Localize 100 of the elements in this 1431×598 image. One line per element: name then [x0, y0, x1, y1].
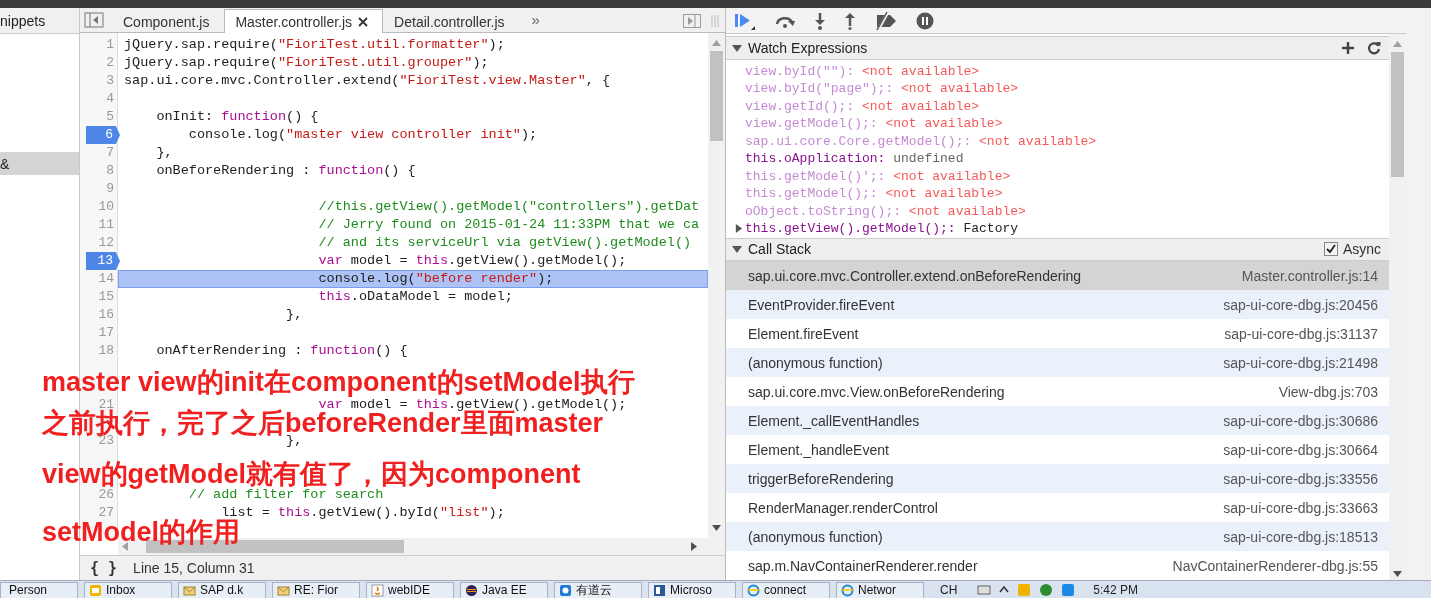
- file-location[interactable]: sap-ui-core-dbg.js:18513: [1223, 528, 1378, 545]
- pause-icon[interactable]: [916, 11, 934, 30]
- panel-title[interactable]: Watch Expressions: [748, 39, 868, 56]
- taskbar-button[interactable]: Java EE: [460, 581, 548, 598]
- code-line: var model = this.getView().getModel();: [317, 398, 628, 412]
- panel-title[interactable]: Call Stack: [748, 241, 812, 258]
- call-frame[interactable]: (anonymous function) sap-ui-core-dbg.js:21498: [726, 348, 1389, 377]
- function-name: RenderManager.renderControl: [748, 499, 938, 516]
- taskbar-button[interactable]: SAP d.k: [178, 581, 266, 598]
- taskbar-button[interactable]: Person: [0, 581, 78, 598]
- code-line: // add filter for search: [188, 488, 385, 502]
- scrollbar-thumb[interactable]: [1391, 52, 1404, 177]
- code-line: onAfterRendering : function() {: [155, 344, 409, 358]
- pretty-print-button[interactable]: { }: [90, 559, 118, 577]
- scroll-right-icon[interactable]: [691, 542, 697, 551]
- file-location[interactable]: sap-ui-core-dbg.js:31137: [1224, 325, 1378, 342]
- taskbar-button[interactable]: webIDE: [366, 581, 454, 598]
- call-frame[interactable]: sap.m.NavContainerRenderer.render NavContainerRenderer-dbg.js:55: [726, 551, 1389, 580]
- function-name: Element._callEventHandles: [748, 412, 920, 429]
- file-location[interactable]: sap-ui-core-dbg.js:30664: [1223, 441, 1378, 458]
- file-location[interactable]: NavContainerRenderer-dbg.js:55: [1172, 557, 1378, 574]
- panel-toggle-icon[interactable]: [683, 14, 701, 28]
- watch-expression[interactable]: this.oApplication: undefined: [745, 151, 964, 167]
- scroll-up-icon[interactable]: [712, 40, 721, 46]
- async-checkbox[interactable]: [1323, 242, 1338, 257]
- file-location[interactable]: Master.controller.js:14: [1241, 267, 1378, 284]
- scroll-left-icon[interactable]: [122, 542, 128, 551]
- code-line: jQuery.sap.require("FioriTest.util.grouper");: [123, 56, 490, 70]
- keyboard-icon[interactable]: [977, 584, 992, 596]
- function-name: (anonymous function): [748, 354, 883, 371]
- code-line: onInit: function() {: [155, 110, 320, 124]
- annotation-text: setModel的作用: [42, 521, 241, 543]
- call-frame[interactable]: Element._callEventHandles sap-ui-core-dbg.js:30686: [726, 406, 1389, 435]
- collapse-icon[interactable]: [732, 244, 742, 255]
- step-out-icon[interactable]: [844, 11, 856, 30]
- call-frame[interactable]: Element._handleEvent sap-ui-core-dbg.js:30664: [726, 435, 1389, 464]
- call-frame[interactable]: triggerBeforeRendering sap-ui-core-dbg.js:33556: [726, 464, 1389, 493]
- scroll-down-icon[interactable]: [1393, 571, 1402, 577]
- scroll-up-icon[interactable]: [1393, 41, 1402, 47]
- vertical-scrollbar[interactable]: [708, 33, 725, 538]
- sidebar-item[interactable]: &: [0, 152, 79, 175]
- code-line: },: [286, 434, 303, 448]
- browser-icon: [841, 583, 854, 597]
- code-line: console.log("master view controller init");: [187, 128, 539, 142]
- collapse-icon[interactable]: [732, 42, 742, 53]
- taskbar-button[interactable]: 有道云: [554, 581, 642, 598]
- call-frame[interactable]: RenderManager.renderControl sap-ui-core-dbg.js:33663: [726, 493, 1389, 522]
- scrollbar-thumb[interactable]: [710, 51, 723, 141]
- close-icon[interactable]: [358, 16, 369, 27]
- language-indicator[interactable]: CH: [940, 583, 958, 597]
- call-frame[interactable]: Element.fireEvent sap-ui-core-dbg.js:31137: [726, 319, 1389, 348]
- refresh-icon[interactable]: [1367, 40, 1381, 55]
- step-into-icon[interactable]: [814, 11, 826, 30]
- vertical-scrollbar[interactable]: [1389, 34, 1406, 580]
- file-location[interactable]: sap-ui-core-dbg.js:30686: [1223, 412, 1378, 429]
- breakpoint-marker[interactable]: 13: [86, 252, 120, 270]
- file-location[interactable]: sap-ui-core-dbg.js:33663: [1223, 499, 1378, 516]
- breakpoint-marker[interactable]: 6: [86, 126, 120, 144]
- taskbar-button[interactable]: RE: Fior: [272, 581, 360, 598]
- function-name: triggerBeforeRendering: [748, 470, 894, 487]
- file-tab[interactable]: Component.js: [112, 10, 225, 32]
- call-frame[interactable]: sap.ui.core.mvc.View.onBeforeRendering View-dbg.js:703: [726, 377, 1389, 406]
- sidebar-toggle-icon[interactable]: [84, 12, 104, 28]
- clock: 5:42 PM: [1093, 583, 1139, 597]
- file-location[interactable]: View-dbg.js:703: [1278, 383, 1378, 400]
- function-name: EventProvider.fireEvent: [748, 296, 895, 313]
- taskbar-button[interactable]: connect: [742, 581, 830, 598]
- code-line: this.oDataModel = model;: [317, 290, 514, 304]
- taskbar-button[interactable]: Microso: [648, 581, 736, 598]
- resize-grip-icon[interactable]: [711, 14, 719, 28]
- file-tab[interactable]: Master.controller.js: [224, 9, 384, 33]
- code-line: onBeforeRendering : function() {: [155, 164, 417, 178]
- deactivate-breakpoints-icon[interactable]: [874, 11, 898, 30]
- envelope-icon: [89, 583, 102, 597]
- scroll-down-icon[interactable]: [712, 525, 721, 531]
- cursor-position: Line 15, Column 31: [133, 560, 255, 576]
- function-name: sap.m.NavContainerRenderer.render: [748, 557, 978, 574]
- envelope-icon: [183, 583, 196, 597]
- more-tabs-button[interactable]: »: [531, 11, 540, 28]
- file-location[interactable]: sap-ui-core-dbg.js:33556: [1223, 470, 1378, 487]
- call-frame[interactable]: sap.ui.core.mvc.Controller.extend.onBeforeRendering Master.controller.js:14: [726, 261, 1389, 290]
- function-name: (anonymous function): [748, 528, 883, 545]
- code-line: },: [155, 146, 174, 160]
- taskbar-button[interactable]: Networ: [836, 581, 924, 598]
- file-location[interactable]: sap-ui-core-dbg.js:21498: [1223, 354, 1378, 371]
- checkbox-label: Async: [1342, 241, 1381, 258]
- file-location[interactable]: sap-ui-core-dbg.js:20456: [1223, 296, 1378, 313]
- tray-app-icon[interactable]: [1039, 583, 1054, 597]
- function-name: sap.ui.core.mvc.View.onBeforeRendering: [748, 383, 1005, 400]
- call-frame[interactable]: (anonymous function) sap-ui-core-dbg.js:18513: [726, 522, 1389, 551]
- taskbar-button[interactable]: Inbox: [84, 581, 172, 598]
- expand-icon[interactable]: [734, 224, 743, 234]
- add-icon[interactable]: [1341, 40, 1355, 55]
- code-line: var model = this.getView().getModel();: [317, 254, 628, 268]
- watch-expression[interactable]: this.getView().getModel();: Factory: [745, 221, 1019, 236]
- tray-app-icon[interactable]: [1061, 583, 1076, 597]
- file-tab[interactable]: Detail.controller.js: [383, 10, 520, 32]
- function-name: Element.fireEvent: [748, 325, 859, 342]
- code-line: //this.getView().getModel("controllers").getDat: [317, 200, 701, 214]
- call-frame[interactable]: EventProvider.fireEvent sap-ui-core-dbg.js:20456: [726, 290, 1389, 319]
